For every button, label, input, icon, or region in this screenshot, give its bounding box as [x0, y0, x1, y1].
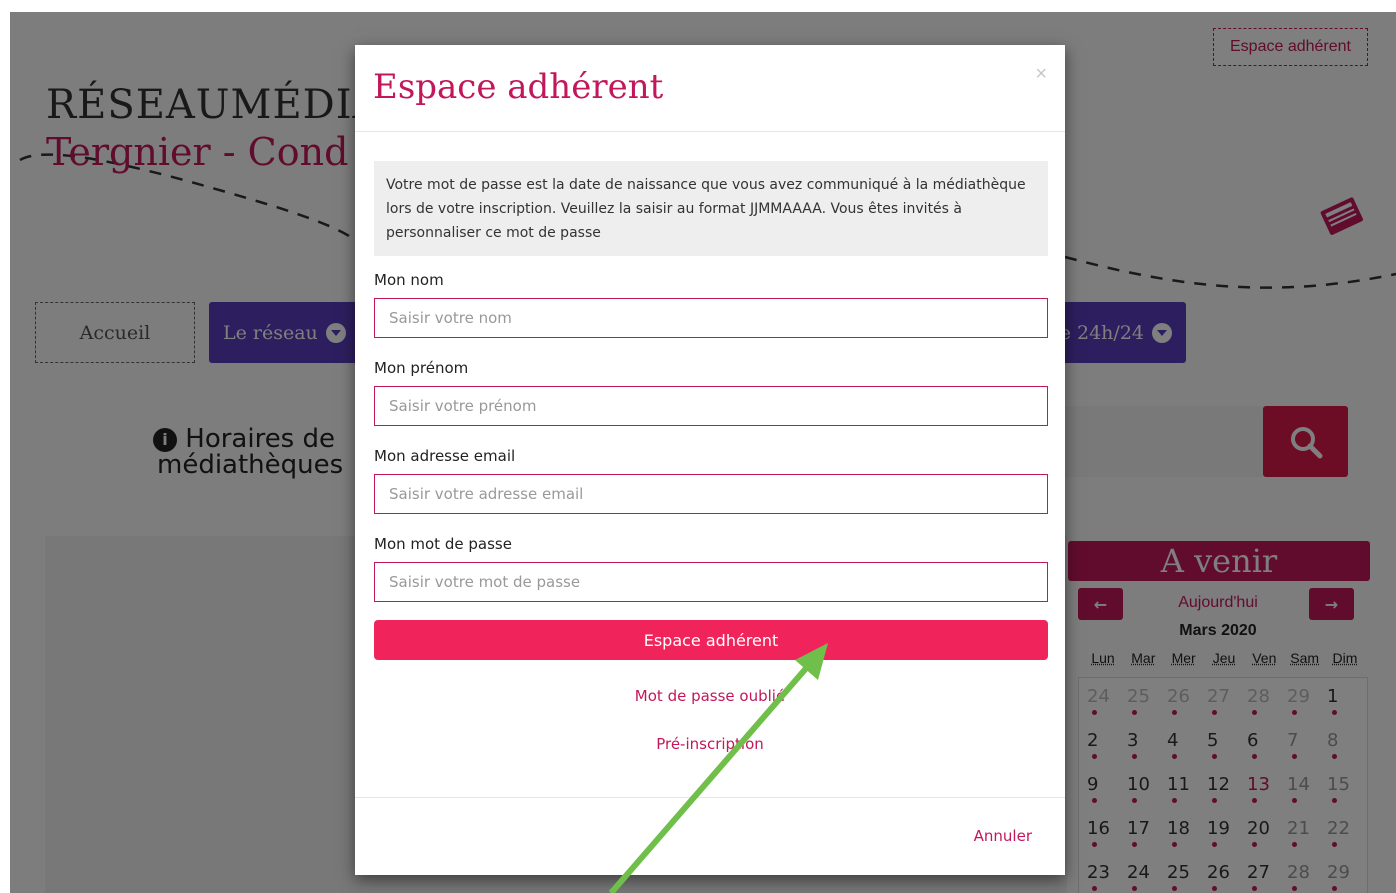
prenom-label: Mon prénom — [374, 359, 469, 377]
forgot-password-link: Mot de passe oublié — [355, 687, 1065, 705]
email-input[interactable] — [374, 474, 1048, 514]
email-label: Mon adresse email — [374, 447, 516, 465]
close-icon[interactable]: × — [1035, 63, 1047, 86]
password-input[interactable] — [374, 562, 1048, 602]
nom-label: Mon nom — [374, 271, 444, 289]
modal-footer: Annuler — [355, 797, 1065, 875]
forgot-password-label[interactable]: Mot de passe oublié — [635, 687, 785, 705]
member-login-modal: Espace adhérent × Votre mot de passe est… — [355, 45, 1065, 875]
modal-title: Espace adhérent — [373, 67, 664, 107]
preinscription-label[interactable]: Pré-inscription — [656, 735, 764, 753]
preinscription-link: Pré-inscription — [355, 735, 1065, 753]
password-label: Mon mot de passe — [374, 535, 512, 553]
password-info-box: Votre mot de passe est la date de naissa… — [374, 161, 1048, 256]
modal-header: Espace adhérent × — [355, 45, 1065, 132]
nom-input[interactable] — [374, 298, 1048, 338]
cancel-button[interactable]: Annuler — [974, 827, 1032, 845]
prenom-input[interactable] — [374, 386, 1048, 426]
member-login-submit-button[interactable]: Espace adhérent — [374, 620, 1048, 660]
